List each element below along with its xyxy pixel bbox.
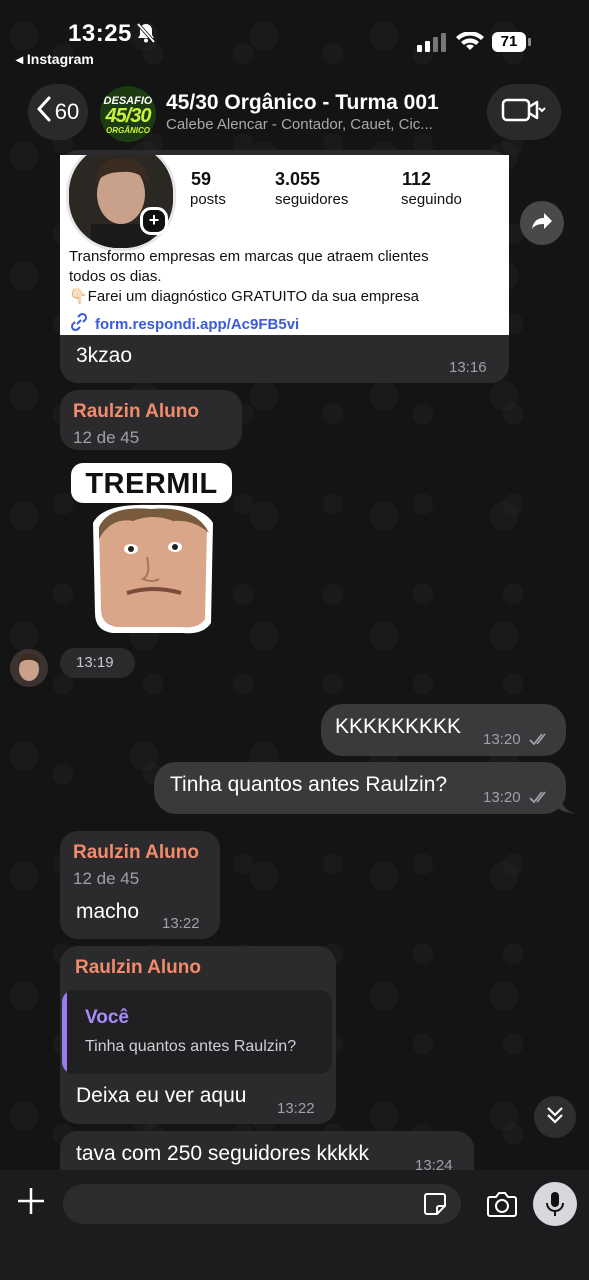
message-time: 13:20 xyxy=(483,789,521,806)
quoted-text: Tinha quantos antes Raulzin? xyxy=(85,1038,297,1055)
message-time: 13:22 xyxy=(162,915,200,932)
plus-icon xyxy=(18,1188,44,1214)
group-members[interactable]: Calebe Alencar - Contador, Cauet, Cic... xyxy=(166,116,433,133)
double-check-icon xyxy=(529,790,551,809)
avatar-text-line3: ORGÂNICO xyxy=(106,126,150,135)
message-text: Deixa eu ver aquu xyxy=(76,1084,247,1107)
bio-line: Transformo empresas em marcas que atraem… xyxy=(69,248,429,265)
chat-header: 60 DESAFIO 45/30 ORGÂNICO 45/30 Orgânico… xyxy=(0,82,589,144)
group-avatar[interactable]: DESAFIO 45/30 ORGÂNICO xyxy=(100,86,156,142)
microphone-icon xyxy=(546,1192,564,1216)
sender-name[interactable]: Raulzin Aluno xyxy=(75,957,201,979)
message-input[interactable] xyxy=(63,1184,461,1224)
message-time: 13:16 xyxy=(449,359,487,376)
sender-rank: 12 de 45 xyxy=(73,428,140,447)
following-label: seguindo xyxy=(401,191,462,208)
video-call-button[interactable] xyxy=(487,84,561,140)
avatar-text-line2: 45/30 xyxy=(105,105,151,127)
back-to-instagram-link[interactable]: ◂ Instagram xyxy=(16,51,94,68)
sticker-icon[interactable] xyxy=(423,1192,447,1221)
chevron-left-icon xyxy=(37,96,51,128)
sender-avatar[interactable] xyxy=(10,649,48,687)
posts-count: 59 xyxy=(191,169,212,189)
back-button[interactable]: 60 xyxy=(28,84,88,140)
double-check-icon xyxy=(529,732,551,751)
quoted-author: Você xyxy=(85,1007,130,1028)
sticker-image[interactable] xyxy=(83,503,218,636)
link-icon xyxy=(69,312,89,335)
status-bar: 13:25 ◂ Instagram 71 xyxy=(0,0,589,70)
message-text: Tinha quantos antes Raulzin? xyxy=(170,773,448,796)
message-text: macho xyxy=(76,900,140,923)
bio-line: 👇🏻Farei um diagnóstico GRATUITO da sua e… xyxy=(69,288,419,305)
quote-accent-bar xyxy=(62,990,67,1074)
instagram-profile-card[interactable]: + 59 posts 3.055 seguidores 112 seguindo… xyxy=(60,155,509,335)
battery-indicator: 71 xyxy=(492,32,531,52)
posts-label: posts xyxy=(190,191,226,208)
forward-button[interactable] xyxy=(520,201,564,245)
group-title[interactable]: 45/30 Orgânico - Turma 001 xyxy=(166,91,439,115)
message-text: tava com 250 seguidores kkkkk xyxy=(76,1142,369,1165)
followers-count: 3.055 xyxy=(275,169,321,189)
message-composer xyxy=(0,1170,589,1280)
video-camera-icon xyxy=(501,97,547,128)
status-time: 13:25 xyxy=(68,20,132,47)
profile-photo xyxy=(66,155,176,251)
unread-count: 60 xyxy=(54,99,80,124)
message-time: 13:20 xyxy=(483,731,521,748)
sender-name[interactable]: Raulzin Aluno xyxy=(73,401,199,423)
message-text: KKKKKKKKK xyxy=(335,715,462,738)
bio-line: todos os dias. xyxy=(69,268,162,285)
microphone-button[interactable] xyxy=(533,1182,577,1226)
double-chevron-down-icon xyxy=(545,1105,565,1130)
followers-label: seguidores xyxy=(275,191,349,208)
bell-muted-icon xyxy=(135,22,157,49)
attach-plus-button[interactable] xyxy=(16,1186,46,1225)
add-story-icon: + xyxy=(140,207,168,235)
message-time: 13:22 xyxy=(277,1100,315,1117)
sender-name[interactable]: Raulzin Aluno xyxy=(73,842,199,864)
forward-arrow-icon xyxy=(530,211,554,236)
message-time: 13:19 xyxy=(76,654,114,671)
profile-bio: Transformo empresas em marcas que atraem… xyxy=(69,247,499,307)
cellular-signal-icon xyxy=(417,32,447,57)
sticker-caption: TRERMIL xyxy=(71,463,232,503)
quoted-message[interactable]: Você Tinha quantos antes Raulzin? xyxy=(62,990,332,1074)
camera-icon[interactable] xyxy=(486,1190,518,1223)
profile-link-text: form.respondi.app/Ac9FB5vi xyxy=(95,315,300,333)
sender-rank: 12 de 45 xyxy=(73,869,140,888)
wifi-icon xyxy=(456,31,484,57)
following-count: 112 xyxy=(402,169,432,189)
scroll-to-bottom-button[interactable] xyxy=(534,1096,576,1138)
profile-link[interactable]: form.respondi.app/Ac9FB5vi xyxy=(69,312,299,335)
message-text: 3kzao xyxy=(76,344,133,367)
bubble-tail xyxy=(558,794,576,814)
